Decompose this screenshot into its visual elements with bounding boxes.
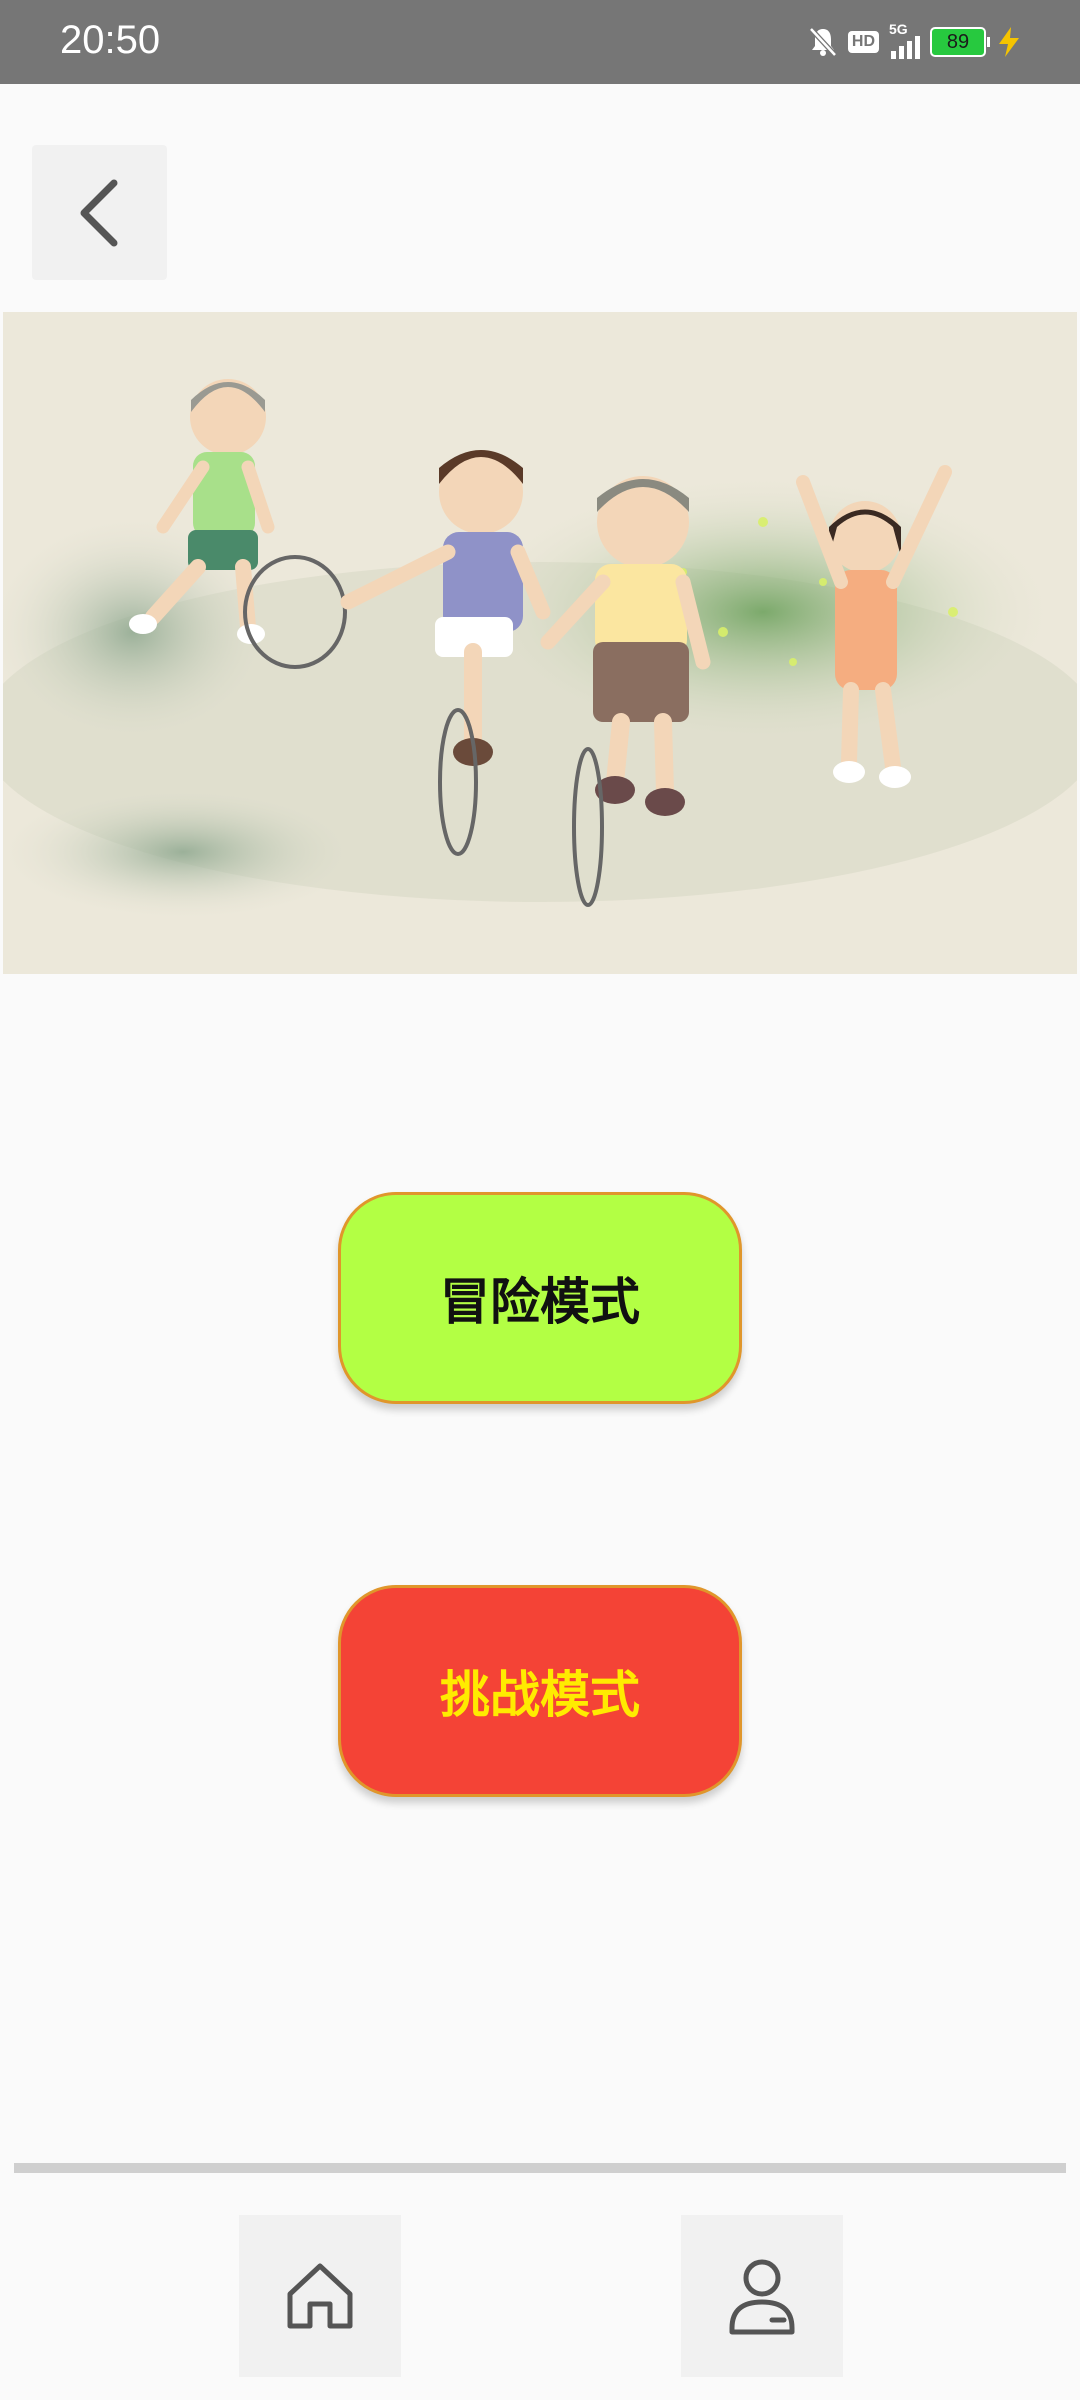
back-button[interactable] (32, 145, 167, 280)
bottom-nav-divider (14, 2163, 1066, 2173)
signal-5g-icon: 5G (889, 21, 920, 59)
battery-icon: 89 (930, 27, 990, 57)
challenge-mode-label: 挑战模式 (440, 1666, 640, 1724)
challenge-mode-button[interactable]: 挑战模式 (338, 1585, 742, 1797)
battery-level: 89 (946, 31, 970, 53)
status-icons: HD 5G 89 (808, 21, 1022, 62)
charging-bolt-icon (999, 27, 1019, 57)
children-hoop-illustration (3, 312, 1077, 974)
bell-muted-icon (809, 27, 837, 57)
hero-illustration (3, 312, 1077, 974)
network-label: 5G (889, 21, 908, 37)
status-time: 20:50 (60, 18, 161, 62)
status-bar: 20:50 HD 5G 89 (0, 0, 1080, 84)
adventure-mode-button[interactable]: 冒险模式 (338, 1192, 742, 1404)
nav-home-button[interactable] (239, 2215, 401, 2377)
adventure-mode-label: 冒险模式 (440, 1273, 640, 1331)
chevron-left-icon (80, 179, 117, 246)
nav-profile-button[interactable] (681, 2215, 843, 2377)
profile-icon (729, 2259, 795, 2335)
hd-icon: HD (847, 31, 879, 53)
home-icon (287, 2263, 353, 2329)
